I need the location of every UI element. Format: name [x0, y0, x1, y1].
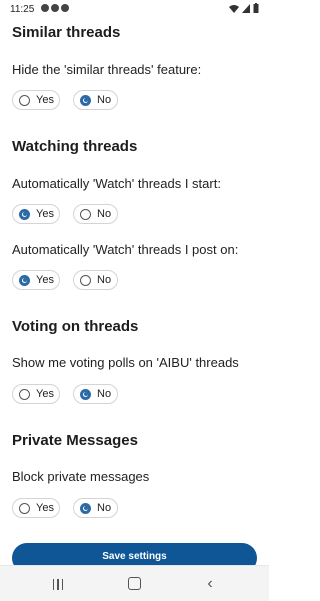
section-heading-similar-threads: Similar threads: [12, 24, 121, 41]
option-yes[interactable]: Yes: [12, 90, 60, 110]
radio-unselected-icon: [80, 274, 91, 286]
option-label: Yes: [36, 388, 54, 400]
option-label: No: [97, 208, 112, 220]
radio-unselected-icon: [19, 388, 30, 400]
option-label: No: [97, 94, 112, 106]
question-watch-threads-i-post-on: Automatically 'Watch' threads I post on:: [12, 242, 239, 257]
radio-unselected-icon: [19, 94, 30, 106]
battery-icon: [253, 3, 259, 13]
notification-icon: [51, 4, 59, 12]
home-icon[interactable]: [122, 575, 146, 593]
option-yes[interactable]: Yes: [12, 270, 60, 290]
radio-selected-icon: [80, 388, 91, 400]
option-no[interactable]: No: [73, 204, 118, 224]
recents-icon[interactable]: [46, 575, 70, 593]
section-heading-private-messages: Private Messages: [12, 432, 138, 449]
wifi-icon: [229, 4, 239, 13]
option-label: Yes: [36, 502, 54, 514]
option-label: No: [97, 388, 112, 400]
option-no[interactable]: No: [73, 270, 118, 290]
question-watch-threads-i-start: Automatically 'Watch' threads I start:: [12, 176, 221, 191]
option-label: Yes: [36, 274, 54, 286]
question-show-voting-polls: Show me voting polls on 'AIBU' threads: [12, 355, 239, 370]
radio-selected-icon: [80, 502, 91, 514]
option-yes[interactable]: Yes: [12, 204, 60, 224]
navigation-bar: ‹: [0, 565, 269, 601]
radio-unselected-icon: [80, 208, 91, 220]
option-no[interactable]: No: [73, 498, 118, 518]
radio-selected-icon: [19, 274, 30, 286]
status-time: 11:25: [10, 4, 35, 15]
radio-selected-icon: [19, 208, 30, 220]
radio-selected-icon: [80, 94, 91, 106]
section-heading-watching-threads: Watching threads: [12, 138, 138, 155]
question-hide-similar-threads: Hide the 'similar threads' feature:: [12, 62, 202, 77]
question-block-private-messages: Block private messages: [12, 469, 150, 484]
option-label: Yes: [36, 94, 54, 106]
notification-icon: [41, 4, 49, 12]
option-label: No: [97, 502, 112, 514]
option-yes[interactable]: Yes: [12, 498, 60, 518]
option-no[interactable]: No: [73, 384, 118, 404]
status-bar: 11:25: [0, 0, 269, 18]
notification-icons: [41, 4, 69, 12]
back-icon[interactable]: ‹: [198, 575, 222, 593]
notification-icon: [61, 4, 69, 12]
option-no[interactable]: No: [73, 90, 118, 110]
option-label: Yes: [36, 208, 54, 220]
status-right-icons: [229, 3, 259, 13]
signal-icon: [242, 3, 250, 13]
section-heading-voting-on-threads: Voting on threads: [12, 318, 139, 335]
radio-unselected-icon: [19, 502, 30, 514]
option-yes[interactable]: Yes: [12, 384, 60, 404]
option-label: No: [97, 274, 112, 286]
